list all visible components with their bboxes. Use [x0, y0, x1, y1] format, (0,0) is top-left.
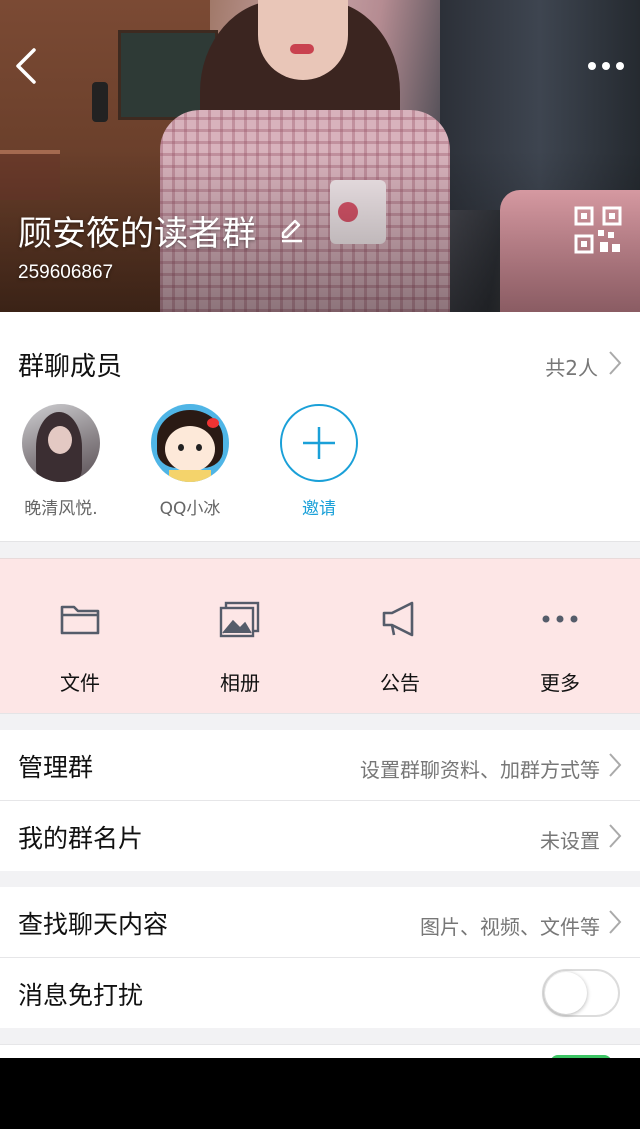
group-header-photo: 顾安筱的读者群 259606867: [0, 0, 640, 312]
member-item[interactable]: QQ小冰: [135, 404, 245, 519]
toggle-knob: [545, 972, 587, 1014]
group-id: 259606867: [18, 262, 114, 283]
pencil-icon: [281, 219, 302, 243]
chevron-right-icon: [609, 351, 622, 375]
group-profile-screen: 顾安筱的读者群 259606867 群聊成员 共2人 晚清风悦. QQ小冰 邀请…: [0, 0, 640, 1058]
system-nav-bar: [0, 1058, 640, 1129]
row-label: 查找聊天内容: [18, 910, 169, 939]
megaphone-icon: [382, 601, 414, 637]
row-manage-group[interactable]: 管理群 设置群聊资料、加群方式等: [0, 730, 640, 800]
back-button[interactable]: [8, 44, 48, 88]
more-dots-icon: [588, 62, 624, 70]
member-name: 晚清风悦.: [24, 499, 98, 519]
avatar: [151, 404, 229, 482]
member-count-link[interactable]: 共2人: [545, 352, 598, 381]
more-options-button[interactable]: [582, 54, 630, 78]
row-value: 图片、视频、文件等: [420, 915, 600, 939]
next-setting-row: [0, 1044, 640, 1058]
invite-label: 邀请: [302, 499, 336, 519]
qr-code-button[interactable]: [574, 206, 622, 254]
row-do-not-disturb: 消息免打扰: [0, 958, 640, 1028]
action-label: 相册: [220, 671, 260, 695]
quick-actions-strip: 文件 相册 公告 更多: [0, 558, 640, 714]
folder-icon: [60, 605, 100, 635]
plus-icon: [303, 427, 335, 459]
chevron-right-icon: [609, 910, 622, 934]
chevron-right-icon: [609, 753, 622, 777]
invite-button[interactable]: 邀请: [264, 404, 374, 519]
row-label: 管理群: [18, 753, 94, 782]
action-album[interactable]: 相册: [160, 559, 320, 715]
row-group-card[interactable]: 我的群名片 未设置: [0, 801, 640, 871]
members-section: 群聊成员 共2人 晚清风悦. QQ小冰 邀请: [0, 312, 640, 542]
member-name: QQ小冰: [159, 499, 221, 519]
action-files[interactable]: 文件: [0, 559, 160, 715]
action-announcement[interactable]: 公告: [320, 559, 480, 715]
row-label: 消息免打扰: [18, 981, 144, 1010]
mute-toggle[interactable]: [542, 969, 620, 1017]
action-label: 更多: [540, 671, 580, 695]
group-title: 顾安筱的读者群: [18, 214, 256, 254]
members-title: 群聊成员: [18, 352, 123, 382]
row-value: 未设置: [540, 829, 600, 853]
action-label: 文件: [60, 671, 100, 695]
row-search-history[interactable]: 查找聊天内容 图片、视频、文件等: [0, 887, 640, 957]
chevron-right-icon: [609, 824, 622, 848]
row-value: 设置群聊资料、加群方式等: [360, 758, 600, 782]
avatar: [22, 404, 100, 482]
edit-name-button[interactable]: [278, 216, 306, 244]
qr-code-icon: [574, 206, 622, 254]
photo-album-icon: [219, 601, 260, 638]
action-more[interactable]: 更多: [480, 559, 640, 715]
action-label: 公告: [380, 671, 420, 695]
row-label: 我的群名片: [18, 824, 144, 853]
more-dots-icon: [542, 615, 578, 623]
member-item[interactable]: 晚清风悦.: [6, 404, 116, 519]
chevron-left-icon: [16, 48, 36, 84]
